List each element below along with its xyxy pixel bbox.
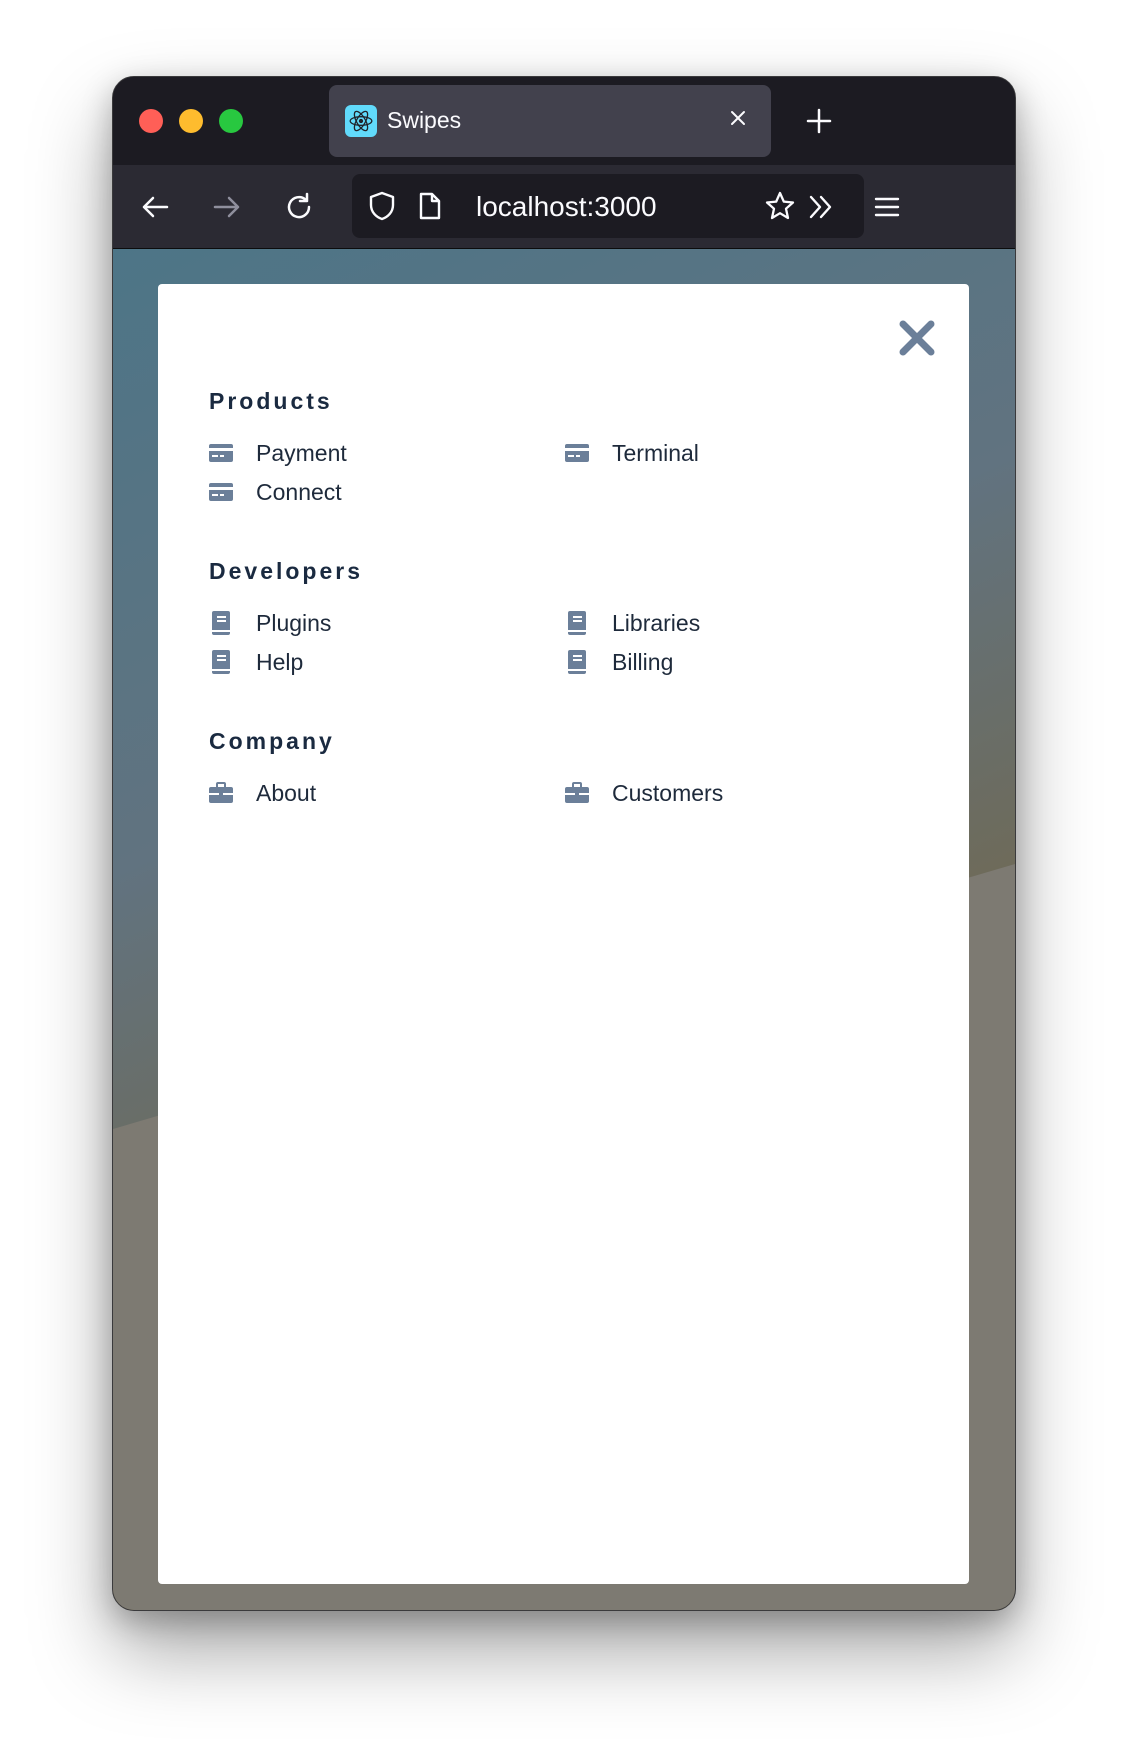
page-document-icon xyxy=(408,184,452,228)
briefcase-icon xyxy=(565,781,589,805)
close-window-button[interactable] xyxy=(139,109,163,133)
section-title-developers: Developers xyxy=(209,558,364,584)
shield-icon[interactable] xyxy=(360,184,404,228)
menu-link-label: About xyxy=(256,779,317,806)
browser-window: Swipes localhost:3000 Products Payment T… xyxy=(112,76,1016,1611)
menu-link-terminal[interactable]: Terminal xyxy=(565,435,699,471)
close-icon xyxy=(899,320,935,356)
mobile-menu-panel: Products Payment Terminal Connect Develo… xyxy=(158,284,969,1584)
url-text[interactable]: localhost:3000 xyxy=(476,191,657,223)
close-menu-button[interactable] xyxy=(895,316,939,360)
book-icon xyxy=(565,650,589,674)
navigation-toolbar: localhost:3000 xyxy=(113,165,1015,249)
section-title-products: Products xyxy=(209,388,333,414)
new-tab-plus-icon[interactable] xyxy=(797,99,841,143)
menu-link-label: Billing xyxy=(612,648,674,675)
menu-link-plugins[interactable]: Plugins xyxy=(209,605,331,641)
back-arrow-icon[interactable] xyxy=(133,185,177,229)
menu-link-libraries[interactable]: Libraries xyxy=(565,605,700,641)
credit-card-icon xyxy=(209,441,233,465)
menu-link-payment[interactable]: Payment xyxy=(209,435,347,471)
tab-title: Swipes xyxy=(387,107,462,133)
minimize-window-button[interactable] xyxy=(179,109,203,133)
book-icon xyxy=(209,650,233,674)
reload-icon[interactable] xyxy=(277,185,321,229)
briefcase-icon xyxy=(209,781,233,805)
menu-link-billing[interactable]: Billing xyxy=(565,644,673,680)
browser-tab-active[interactable]: Swipes xyxy=(329,85,771,157)
zoom-window-button[interactable] xyxy=(219,109,243,133)
book-icon xyxy=(565,611,589,635)
menu-link-label: Connect xyxy=(256,478,342,505)
bookmark-star-icon[interactable] xyxy=(758,184,802,228)
react-logo-icon xyxy=(345,105,377,137)
menu-link-label: Plugins xyxy=(256,609,332,636)
menu-link-label: Help xyxy=(256,648,304,675)
title-bar: Swipes xyxy=(113,77,1015,165)
menu-link-label: Libraries xyxy=(612,609,701,636)
menu-link-label: Payment xyxy=(256,439,347,466)
page-viewport: Products Payment Terminal Connect Develo… xyxy=(113,249,1015,1610)
hamburger-menu-icon[interactable] xyxy=(865,185,909,229)
book-icon xyxy=(209,611,233,635)
forward-arrow-icon[interactable] xyxy=(205,185,249,229)
products-section: Products Payment Terminal Connect xyxy=(209,385,929,505)
menu-link-label: Terminal xyxy=(612,439,699,466)
menu-link-about[interactable]: About xyxy=(209,775,316,811)
section-title-company: Company xyxy=(209,728,335,754)
credit-card-icon xyxy=(209,480,233,504)
menu-link-connect[interactable]: Connect xyxy=(209,474,342,510)
tab-close-icon[interactable] xyxy=(723,103,753,133)
credit-card-icon xyxy=(565,441,589,465)
menu-link-help[interactable]: Help xyxy=(209,644,303,680)
menu-link-label: Customers xyxy=(612,779,724,806)
company-section: Company About Customers xyxy=(209,725,929,806)
developers-section: Developers Plugins Libraries Help Billin… xyxy=(209,555,929,675)
address-bar[interactable]: localhost:3000 xyxy=(352,174,864,238)
overflow-chevrons-icon[interactable] xyxy=(799,185,843,229)
menu-link-customers[interactable]: Customers xyxy=(565,775,723,811)
